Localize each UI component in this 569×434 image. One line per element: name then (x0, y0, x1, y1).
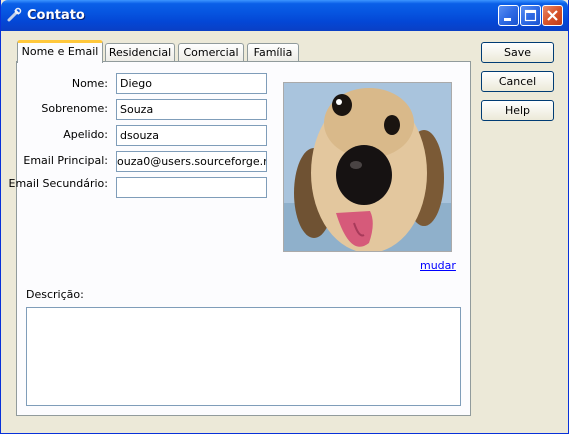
maximize-icon (524, 9, 537, 22)
email-secundario-label: Email Secundário: (8, 177, 109, 190)
email-principal-field[interactable]: ouza0@users.sourceforge.net (116, 151, 267, 172)
descricao-textarea[interactable] (26, 307, 461, 406)
minimize-icon (504, 18, 511, 21)
email-secundario-field[interactable] (116, 177, 267, 198)
apelido-field[interactable]: dsouza (116, 125, 267, 146)
maximize-button[interactable] (520, 5, 541, 26)
sobrenome-label: Sobrenome: (41, 102, 108, 115)
apelido-label: Apelido: (63, 128, 108, 141)
help-button[interactable]: Help (481, 100, 554, 121)
descricao-label: Descrição: (26, 288, 84, 301)
nome-field[interactable]: Diego (116, 73, 267, 94)
mudar-link[interactable]: mudar (420, 259, 456, 272)
close-icon (547, 10, 558, 21)
contact-photo (283, 82, 452, 252)
close-button[interactable] (542, 5, 563, 26)
tab-comercial[interactable]: Comercial (178, 43, 244, 62)
nome-label: Nome: (71, 77, 108, 90)
cancel-button[interactable]: Cancel (481, 71, 554, 92)
tab-residencial[interactable]: Residencial (105, 43, 175, 62)
save-button[interactable]: Save (481, 42, 554, 63)
tools-icon (6, 7, 22, 23)
minimize-button[interactable] (498, 5, 519, 26)
tab-familia[interactable]: Família (247, 43, 299, 62)
dialog-window: Contato Nome e Email Residencial Comerci… (0, 0, 569, 434)
tab-nome-e-email[interactable]: Nome e Email (17, 40, 103, 63)
window-title: Contato (27, 8, 85, 23)
email-principal-label: Email Principal: (23, 154, 108, 167)
title-bar[interactable]: Contato (1, 0, 568, 31)
sobrenome-field[interactable]: Souza (116, 99, 267, 120)
